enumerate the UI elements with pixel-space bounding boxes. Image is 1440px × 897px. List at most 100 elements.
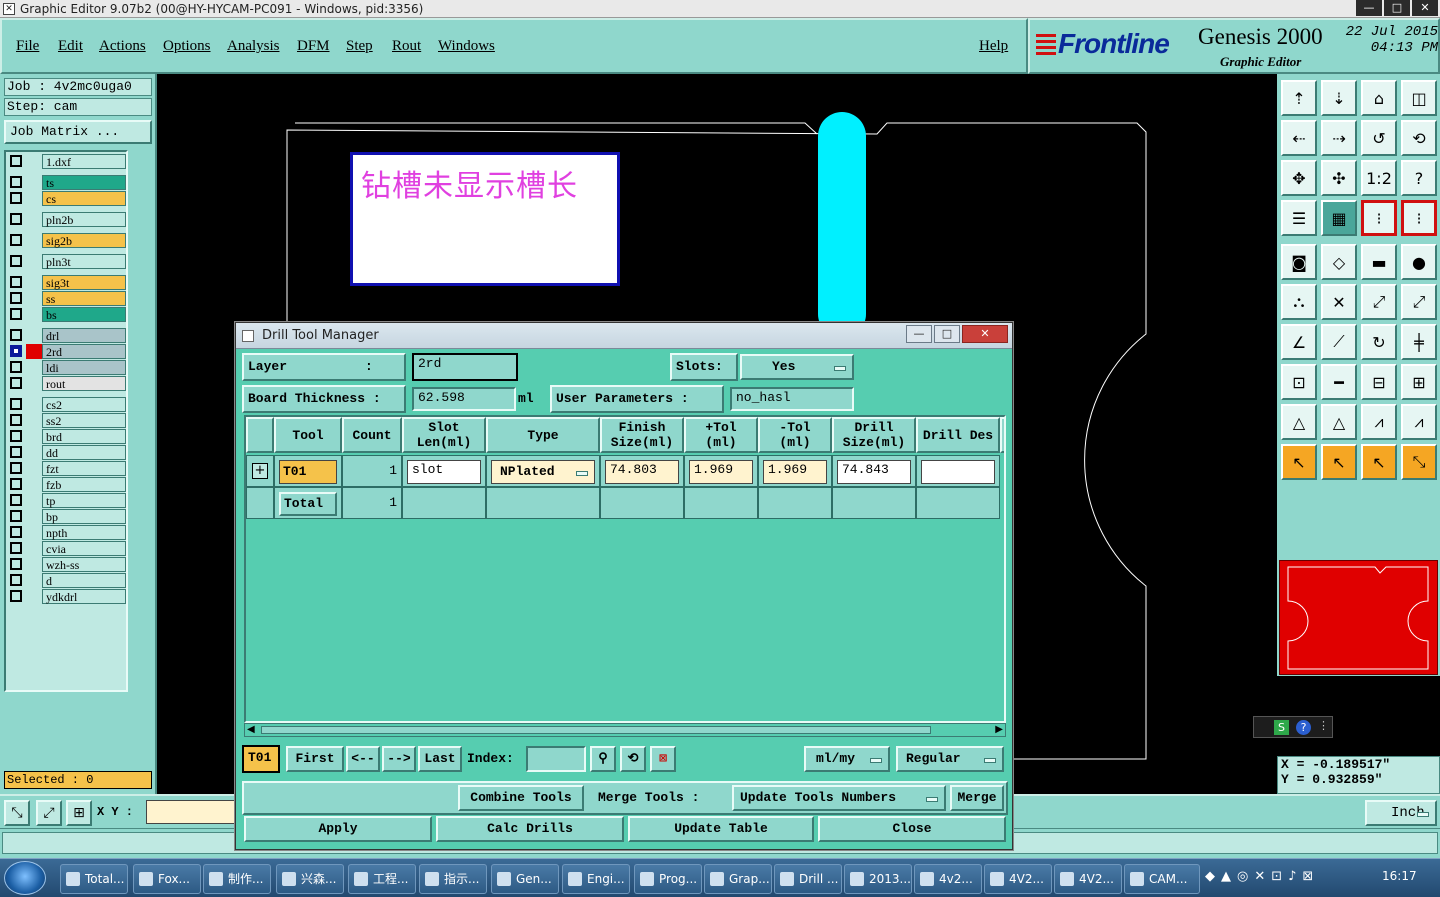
select-feature-icon[interactable]: ◙ [1281,244,1317,280]
lock-icon[interactable]: ⚲ [590,746,616,772]
first-button[interactable]: First [286,746,344,772]
layer-affected-marker[interactable] [26,328,42,343]
layer-affected-marker[interactable] [26,445,42,460]
layer-checkbox[interactable] [10,308,22,320]
taskbar-item[interactable]: 工程... [348,864,416,894]
layer-affected-marker[interactable] [26,233,42,248]
grid-icon[interactable]: ⊞ [66,800,92,826]
layer-affected-marker[interactable] [26,493,42,508]
job-matrix-button[interactable]: Job Matrix ... [4,120,152,144]
combine-tools-button[interactable]: Combine Tools [458,785,584,811]
distance-icon[interactable]: ⊟ [1361,364,1397,400]
plus-tol-input[interactable]: 1.969 [689,460,753,484]
layer-affected-marker[interactable] [26,557,42,572]
layer-checkbox[interactable] [10,329,22,341]
board-thickness-input[interactable]: 62.598 [412,387,516,411]
move-up-icon[interactable]: ⇡ [1281,80,1317,116]
layer-name[interactable]: rout [42,376,126,391]
layer-checkbox[interactable] [10,345,22,357]
help-icon[interactable]: ? [1296,720,1311,735]
net-icon[interactable]: ╪ [1401,324,1437,360]
layer-name[interactable]: brd [42,429,126,444]
layer-row[interactable]: brd [8,429,126,444]
layer-checkbox[interactable] [10,462,22,474]
next-button[interactable]: --> [382,746,416,772]
taskbar-item[interactable]: 制作... [203,864,271,894]
regular-mode-select[interactable]: Regular [896,746,1004,772]
menu-file[interactable]: File [16,38,39,55]
layer-name[interactable]: dd [42,445,126,460]
layer-checkbox[interactable] [10,558,22,570]
layer-name[interactable]: pln2b [42,212,126,227]
cross-icon[interactable]: ✕ [1321,284,1357,320]
layer-checkbox[interactable] [10,192,22,204]
taskbar-item[interactable]: Fox... [133,864,201,894]
layer-name[interactable]: 1.dxf [42,154,126,169]
layer-affected-marker[interactable] [26,525,42,540]
layer-row[interactable]: cs [8,191,126,206]
zoom-area-icon[interactable]: ⤢ [36,800,62,826]
layer-field[interactable]: 2rd [412,353,518,381]
calc-drills-button[interactable]: Calc Drills [436,816,624,842]
layer-row[interactable]: 1.dxf [8,154,126,169]
menu-rout[interactable]: Rout [392,38,421,55]
layer-checkbox[interactable] [10,510,22,522]
units-mode-select[interactable]: ml/my [804,746,890,772]
layer-affected-marker[interactable] [26,191,42,206]
layer-name[interactable]: cvia [42,541,126,556]
layer-affected-marker[interactable] [26,291,42,306]
horizontal-line-icon[interactable]: ━ [1321,364,1357,400]
fit-icon[interactable]: ✥ [1281,160,1317,196]
menu-analysis[interactable]: Analysis [227,38,280,55]
layer-name[interactable]: cs2 [42,397,126,412]
expand-icon[interactable]: + [252,463,268,479]
layer-row[interactable]: drl [8,328,126,343]
layer-checkbox[interactable] [10,494,22,506]
layer-checkbox[interactable] [10,574,22,586]
dialog-close-button[interactable]: ✕ [962,325,1008,343]
xy-input[interactable] [146,800,236,824]
menu-step[interactable]: Step [346,38,373,55]
s-icon[interactable]: S [1274,720,1289,735]
layer-affected-marker[interactable] [26,254,42,269]
help-icon[interactable]: ? [1401,160,1437,196]
taskbar-item[interactable]: 4V2... [984,864,1052,894]
layer-checkbox[interactable] [10,255,22,267]
layer-row[interactable]: ldi [8,360,126,375]
taskbar-item[interactable]: Gen... [491,864,559,894]
layer-name[interactable]: ss2 [42,413,126,428]
shape-icon[interactable]: ⊞ [1401,364,1437,400]
horizontal-scrollbar[interactable]: ◀ ▶ [244,723,1006,737]
layer-checkbox[interactable] [10,446,22,458]
drill-des-input[interactable] [921,460,995,484]
window-icon[interactable]: ◫ [1401,80,1437,116]
layer-checkbox[interactable] [10,590,22,602]
layer-row[interactable]: pln2b [8,212,126,227]
layer-name[interactable]: 2rd [42,344,126,359]
layer-name[interactable]: fzt [42,461,126,476]
layer-name[interactable]: cs [42,191,126,206]
layer-row[interactable]: bp [8,509,126,524]
arch-alt-icon[interactable]: ⩘ [1401,404,1437,440]
minus-tol-input[interactable]: 1.969 [763,460,827,484]
slot-len-input[interactable]: slot [407,460,481,484]
units-select[interactable]: Inch [1365,800,1437,826]
layer-checkbox[interactable] [10,414,22,426]
taskbar-item[interactable]: 兴森... [276,864,344,894]
scroll-right-icon[interactable]: ▶ [995,724,1003,735]
update-table-button[interactable]: Update Table [628,816,814,842]
layer-checkbox[interactable] [10,542,22,554]
move-left-icon[interactable]: ⇠ [1281,120,1317,156]
taskbar-item[interactable]: 4v2... [914,864,982,894]
layer-affected-marker[interactable] [26,307,42,322]
zoom-fit-icon[interactable]: ⤡ [4,800,30,826]
apply-button[interactable]: Apply [244,816,432,842]
start-button[interactable] [4,861,46,895]
dropdown-icon[interactable]: ⋮ [1318,719,1329,732]
tool-name[interactable]: T01 [279,460,337,484]
taskbar-item[interactable]: 指示... [419,864,487,894]
mini-toolbar[interactable]: S ? ⋮ [1253,716,1333,738]
layer-name[interactable]: sig3t [42,275,126,290]
layer-stack-alt-icon[interactable]: ⁝ [1401,200,1437,236]
scroll-thumb[interactable] [261,726,931,734]
